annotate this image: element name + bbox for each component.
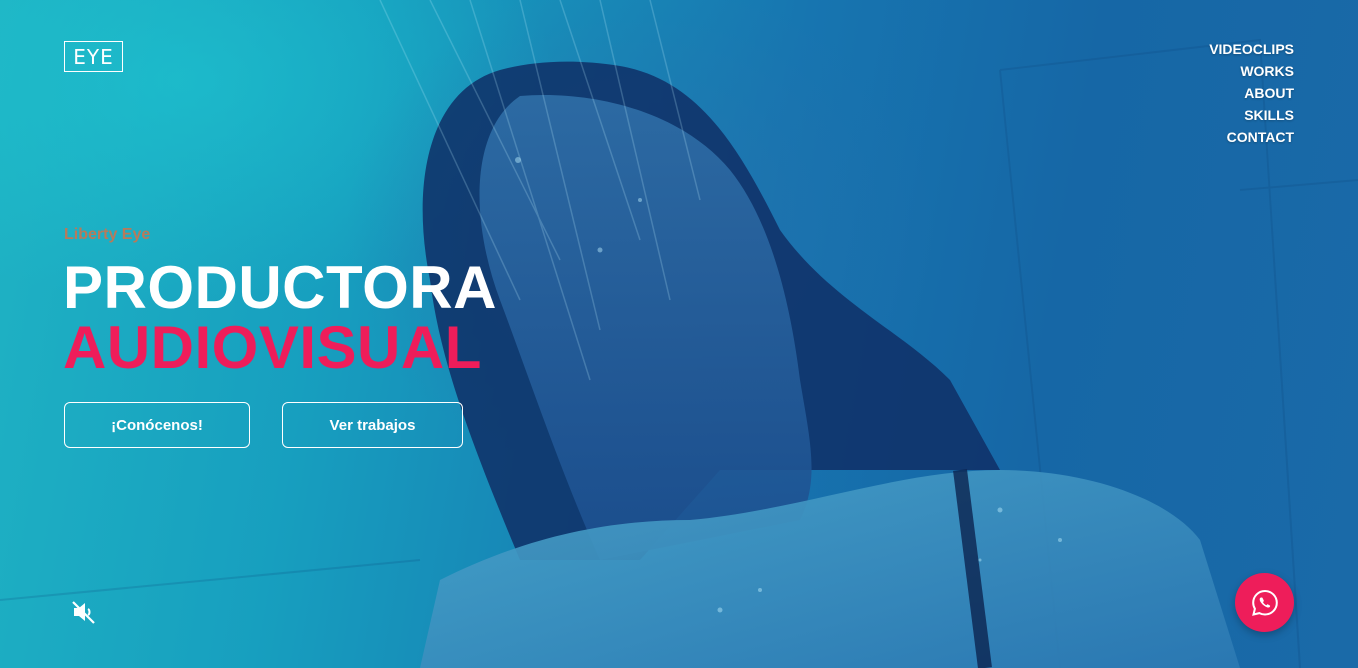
hero-title-line1: PRODUCTORA (63, 254, 497, 321)
speaker-muted-icon (72, 601, 95, 624)
works-button[interactable]: Ver trabajos (282, 402, 463, 448)
logo-text: EYE (73, 44, 114, 69)
nav-item-skills[interactable]: SKILLS (1209, 104, 1294, 126)
mute-toggle[interactable] (70, 598, 98, 626)
nav-item-videoclips[interactable]: VIDEOCLIPS (1209, 38, 1294, 60)
hero-section: EYE VIDEOCLIPS WORKS ABOUT SKILLS CONTAC… (0, 0, 1358, 668)
about-button[interactable]: ¡Conócenos! (64, 402, 250, 448)
nav-item-about[interactable]: ABOUT (1209, 82, 1294, 104)
about-button-label: ¡Conócenos! (111, 416, 203, 434)
site-logo[interactable]: EYE (64, 41, 123, 72)
whatsapp-icon (1251, 589, 1278, 616)
works-button-label: Ver trabajos (329, 416, 416, 434)
nav-item-works[interactable]: WORKS (1209, 60, 1294, 82)
nav-item-contact[interactable]: CONTACT (1209, 126, 1294, 148)
whatsapp-button[interactable] (1235, 573, 1294, 632)
hero-title-line2: AUDIOVISUAL (63, 314, 482, 381)
hero-eyebrow: Liberty Eye (64, 226, 151, 243)
main-nav: VIDEOCLIPS WORKS ABOUT SKILLS CONTACT (1209, 38, 1294, 148)
